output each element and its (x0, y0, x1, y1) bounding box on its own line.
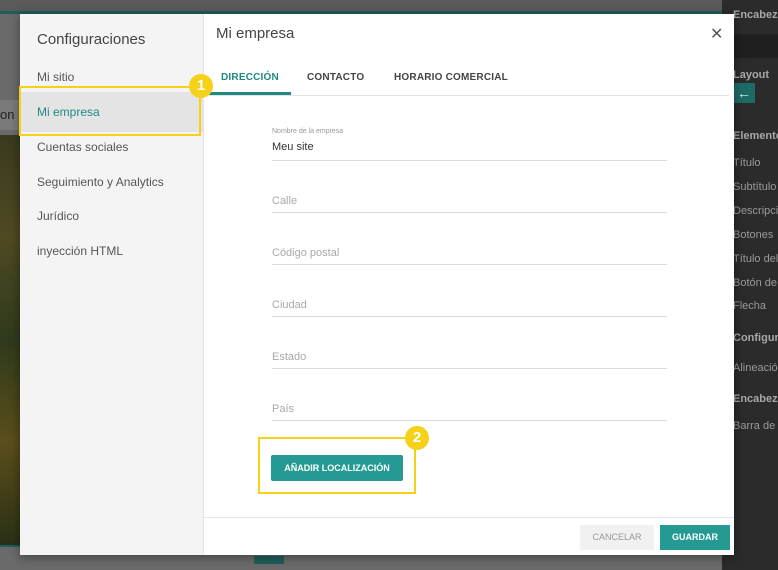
city-placeholder: Ciudad (272, 299, 307, 311)
street-field[interactable]: Calle (272, 189, 667, 213)
cancel-button[interactable]: CANCELAR (580, 525, 654, 550)
modal-title: Mi empresa (216, 25, 295, 42)
right-panel-item[interactable]: Título (733, 157, 761, 169)
country-field[interactable]: País (272, 397, 667, 421)
back-arrow-icon[interactable]: ← (733, 83, 755, 103)
sidebar-title: Configuraciones (37, 31, 146, 48)
postal-code-field[interactable]: Código postal (272, 241, 667, 265)
right-panel-config-tab[interactable] (734, 34, 778, 58)
state-placeholder: Estado (272, 351, 307, 363)
company-name-value: Meu site (272, 141, 314, 153)
save-button[interactable]: GUARDAR (660, 525, 730, 550)
right-panel-item[interactable]: Subtítulo (733, 181, 776, 193)
right-panel-item[interactable]: Layout (733, 69, 769, 81)
close-icon[interactable]: ✕ (710, 24, 723, 44)
step-badge-2: 2 (405, 426, 429, 450)
right-panel-item[interactable]: Barra de n (733, 420, 778, 432)
step-badge-1: 1 (189, 74, 213, 98)
right-panel-item[interactable]: Encabezado (733, 9, 778, 21)
right-panel-item[interactable]: Configuración (733, 332, 778, 344)
postal-code-placeholder: Código postal (272, 247, 340, 259)
sidebar-item-juridico[interactable]: Jurídico (20, 196, 204, 236)
tab-horario-comercial[interactable]: HORARIO COMERCIAL (394, 72, 508, 83)
city-field[interactable]: Ciudad (272, 293, 667, 317)
right-panel-item[interactable]: Alineación (733, 362, 778, 374)
editor-partial-text: on (0, 107, 15, 122)
tabs-divider (209, 95, 729, 96)
highlight-box-1 (19, 86, 201, 136)
tab-direccion[interactable]: DIRECCIÓN (221, 72, 279, 83)
country-placeholder: País (272, 403, 295, 415)
company-name-field[interactable]: Meu site (272, 137, 667, 161)
editor-bottom-handle (254, 556, 284, 564)
right-panel-item[interactable]: Elementos (733, 130, 778, 142)
sidebar-item-inyeccion-html[interactable]: inyección HTML (20, 231, 204, 271)
right-panel-item[interactable]: Descripción (733, 205, 778, 217)
editor-hero-image (0, 135, 20, 545)
tab-contacto[interactable]: CONTACTO (307, 72, 364, 83)
footer-divider (204, 517, 734, 518)
state-field[interactable]: Estado (272, 345, 667, 369)
right-panel-item[interactable]: Botones (733, 229, 773, 241)
company-name-label: Nombre de la empresa (272, 128, 344, 135)
right-panel-item[interactable]: Título del (733, 253, 778, 265)
street-placeholder: Calle (272, 195, 298, 207)
highlight-box-2 (258, 437, 416, 494)
right-panel-item[interactable]: Encabezado (733, 393, 778, 405)
right-panel-item[interactable]: Botón de m (733, 277, 778, 289)
right-panel-item[interactable]: Flecha (733, 300, 766, 312)
